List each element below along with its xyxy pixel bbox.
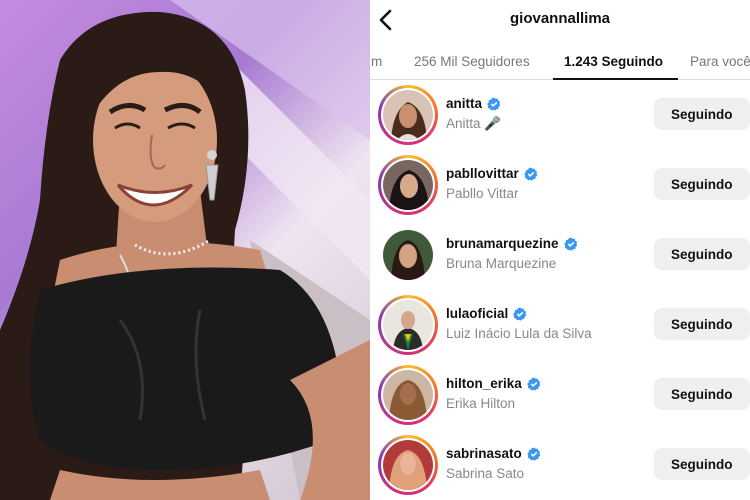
avatar[interactable]: [383, 440, 433, 490]
verified-badge-icon: [513, 307, 527, 321]
list-item[interactable]: lulaoficial Luiz Inácio Lula da Silva Se…: [370, 292, 750, 362]
verified-badge-icon: [563, 237, 577, 251]
username[interactable]: hilton_erika: [446, 376, 522, 391]
avatar[interactable]: [383, 230, 433, 280]
following-button[interactable]: Seguindo: [654, 168, 750, 200]
username[interactable]: brunamarquezine: [446, 236, 559, 251]
verified-badge-icon: [487, 97, 501, 111]
list-item[interactable]: sabrinasato Sabrina Sato Seguindo: [370, 432, 750, 500]
story-ring: [378, 85, 438, 145]
woman-photo-illustration: [0, 0, 370, 500]
following-screen: giovannallima m 256 Mil Seguidores 1.243…: [370, 0, 750, 500]
list-item[interactable]: pabllovittar Pabllo Vittar Seguindo: [370, 152, 750, 222]
verified-badge-icon: [526, 447, 541, 461]
story-ring: [378, 435, 438, 495]
tab-for-you[interactable]: Para você: [690, 54, 750, 69]
avatar[interactable]: [383, 160, 433, 210]
tab-following[interactable]: 1.243 Seguindo: [564, 54, 663, 69]
username[interactable]: pabllovittar: [446, 166, 519, 181]
list-item[interactable]: brunamarquezine Bruna Marquezine Seguind…: [370, 222, 750, 292]
username[interactable]: sabrinasato: [446, 446, 522, 461]
following-button[interactable]: Seguindo: [654, 98, 750, 130]
full-name: Sabrina Sato: [446, 466, 525, 481]
following-button[interactable]: Seguindo: [654, 238, 750, 270]
following-button[interactable]: Seguindo: [654, 448, 750, 480]
full-name: Anitta 🎤: [446, 116, 502, 131]
profile-photo: [0, 0, 370, 500]
avatar[interactable]: [383, 370, 433, 420]
avatar[interactable]: [383, 90, 433, 140]
profile-username-title: giovannallima: [509, 10, 611, 27]
list-item[interactable]: anitta Anitta 🎤 Seguindo: [370, 82, 750, 152]
avatar-frame: [378, 225, 438, 285]
following-list: anitta Anitta 🎤 Seguindo pabllovittar Pa…: [370, 82, 750, 500]
following-button[interactable]: Seguindo: [654, 378, 750, 410]
tab-followers[interactable]: 256 Mil Seguidores: [414, 54, 530, 69]
story-ring: [378, 295, 438, 355]
story-ring: [378, 365, 438, 425]
tab-partial[interactable]: m: [371, 54, 382, 69]
tabs-bar: m 256 Mil Seguidores 1.243 Seguindo Para…: [370, 46, 750, 80]
full-name: Erika Hilton: [446, 396, 516, 411]
list-item[interactable]: hilton_erika Erika Hilton Seguindo: [370, 362, 750, 432]
full-name: Luiz Inácio Lula da Silva: [446, 326, 592, 341]
active-tab-indicator: [553, 78, 678, 80]
avatar[interactable]: [383, 300, 433, 350]
following-button[interactable]: Seguindo: [654, 308, 750, 340]
username[interactable]: lulaoficial: [446, 306, 508, 321]
username[interactable]: anitta: [446, 96, 482, 111]
full-name: Bruna Marquezine: [446, 256, 557, 271]
story-ring: [378, 155, 438, 215]
verified-badge-icon: [523, 167, 538, 181]
header: giovannallima: [370, 0, 750, 40]
full-name: Pabllo Vittar: [446, 186, 519, 201]
verified-badge-icon: [526, 377, 541, 391]
